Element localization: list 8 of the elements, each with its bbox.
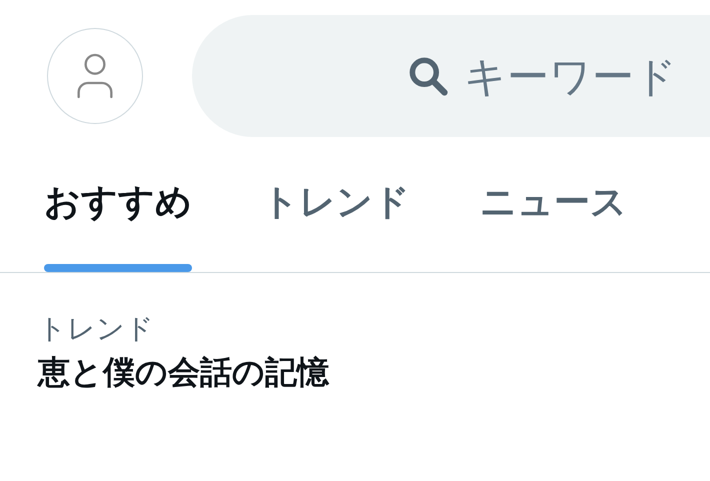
search-field[interactable]: キーワード <box>192 15 710 137</box>
trend-category: トレンド <box>38 311 155 346</box>
search-input[interactable]: キーワード <box>464 44 710 108</box>
tab[interactable]: おすすめ <box>44 142 192 272</box>
trend-item[interactable]: トレンド 恵と僕の会話の記憶 <box>0 273 710 392</box>
tab[interactable]: トレンド <box>262 142 410 272</box>
tab[interactable]: ニュース <box>480 142 627 272</box>
trend-title: 恵と僕の会話の記憶 <box>38 352 330 392</box>
